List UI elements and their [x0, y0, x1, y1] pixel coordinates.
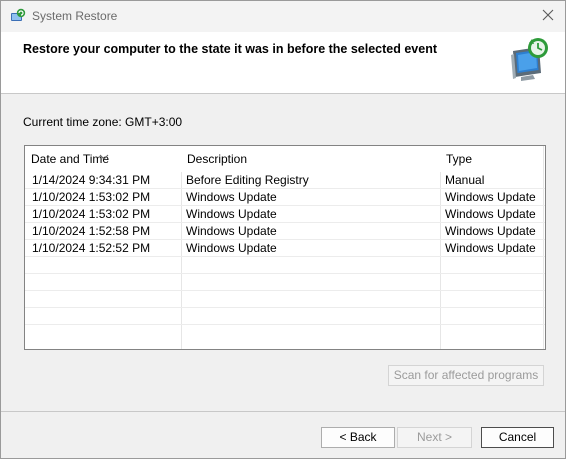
table-row[interactable]: 1/10/2024 1:52:58 PM Windows Update Wind…: [25, 223, 545, 240]
cell-description: Windows Update: [186, 190, 277, 204]
cell-description: Windows Update: [186, 224, 277, 238]
system-restore-icon: [10, 8, 26, 24]
table-row[interactable]: 1/10/2024 1:53:02 PM Windows Update Wind…: [25, 206, 545, 223]
close-button[interactable]: [533, 1, 563, 32]
window-title: System Restore: [32, 9, 118, 23]
column-header-description[interactable]: Description: [181, 146, 440, 172]
cell-date: 1/10/2024 1:53:02 PM: [32, 207, 151, 221]
cancel-button[interactable]: Cancel: [481, 427, 554, 448]
monitor-restore-icon: [509, 37, 549, 81]
cell-type: Windows Update: [445, 224, 536, 238]
table-row[interactable]: 1/10/2024 1:53:02 PM Windows Update Wind…: [25, 189, 545, 206]
table-row[interactable]: 1/14/2024 9:34:31 PM Before Editing Regi…: [25, 172, 545, 189]
cell-description: Windows Update: [186, 207, 277, 221]
cell-type: Windows Update: [445, 190, 536, 204]
next-button[interactable]: Next >: [397, 427, 472, 448]
column-divider[interactable]: [543, 146, 544, 172]
close-icon: [542, 9, 554, 24]
cell-date: 1/10/2024 1:52:58 PM: [32, 224, 151, 238]
cell-type: Windows Update: [445, 207, 536, 221]
wizard-header: Restore your computer to the state it wa…: [1, 32, 565, 94]
cell-type: Manual: [445, 173, 485, 187]
grid-line: [25, 324, 545, 325]
cell-date: 1/10/2024 1:52:52 PM: [32, 241, 151, 255]
footer-divider: [1, 411, 565, 412]
title-bar: System Restore: [1, 1, 565, 32]
cell-description: Before Editing Registry: [186, 173, 309, 187]
restore-points-table[interactable]: Date and Time Description Type 1/14/2024…: [24, 145, 546, 350]
table-row[interactable]: 1/10/2024 1:52:52 PM Windows Update Wind…: [25, 240, 545, 257]
grid-line: [25, 273, 545, 274]
cell-date: 1/14/2024 9:34:31 PM: [32, 173, 151, 187]
cell-type: Windows Update: [445, 241, 536, 255]
header-title: Restore your computer to the state it wa…: [23, 42, 437, 56]
back-button[interactable]: < Back: [321, 427, 395, 448]
timezone-label: Current time zone: GMT+3:00: [23, 115, 183, 129]
grid-line: [25, 290, 545, 291]
grid-line: [25, 307, 545, 308]
cell-date: 1/10/2024 1:53:02 PM: [32, 190, 151, 204]
cell-description: Windows Update: [186, 241, 277, 255]
column-header-date[interactable]: Date and Time: [25, 146, 181, 172]
column-header-type[interactable]: Type: [440, 146, 543, 172]
sort-descending-icon: [99, 146, 109, 160]
scan-affected-programs-button[interactable]: Scan for affected programs: [388, 365, 544, 386]
system-restore-window: System Restore Restore your computer to …: [0, 0, 566, 459]
